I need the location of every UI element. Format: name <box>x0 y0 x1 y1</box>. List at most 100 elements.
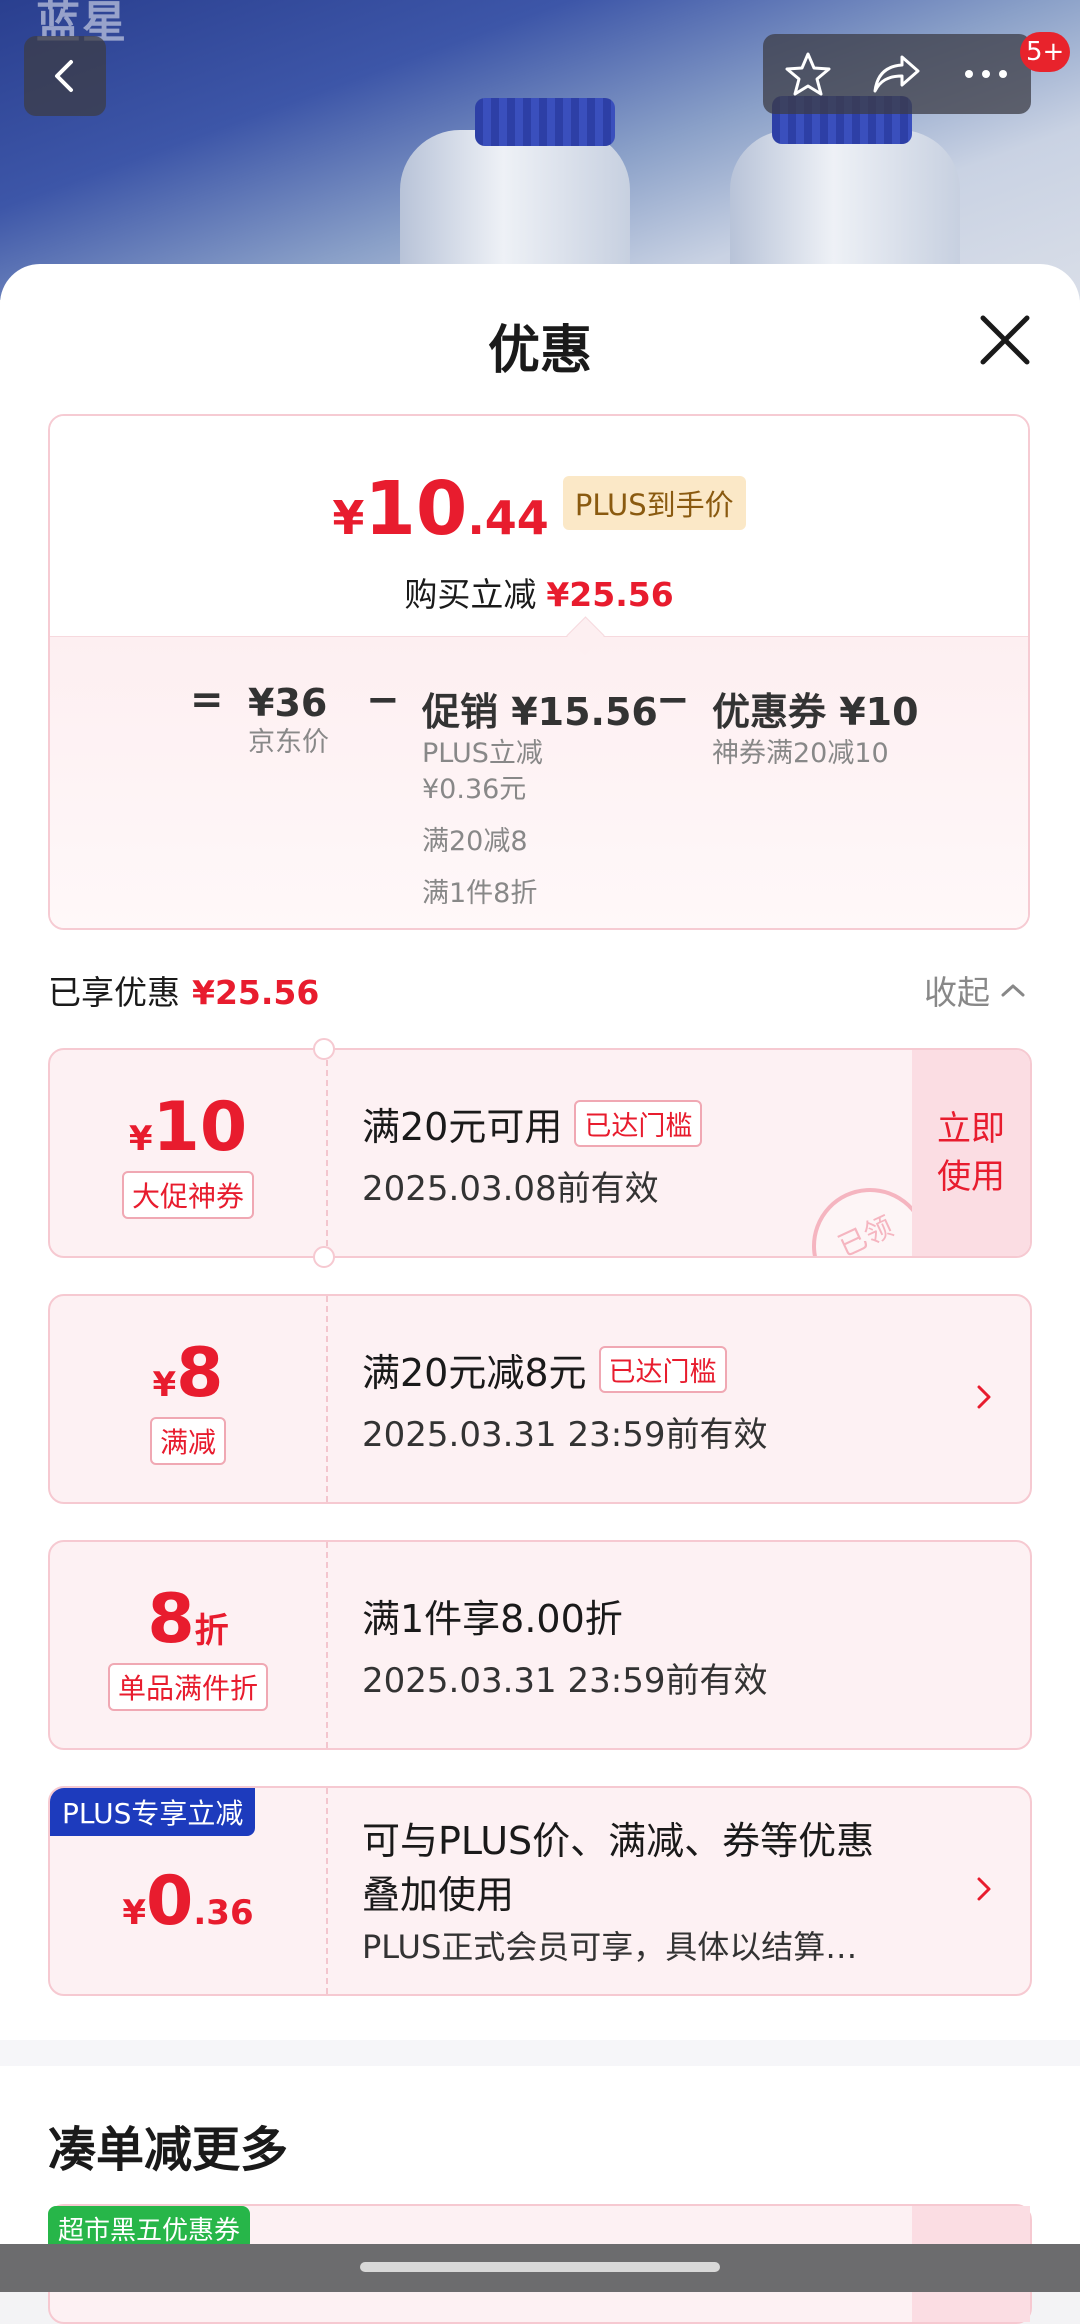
coupon-value: ¥ 8 满减 <box>50 1296 326 1502</box>
message-badge: 5+ <box>1020 32 1071 72</box>
collapse-button[interactable]: 收起 <box>924 966 1028 1014</box>
jd-price: ¥36 <box>248 681 328 725</box>
coupon-amount: ¥ 10 <box>129 1088 247 1167</box>
coupon-info: 满20元减8元 已达门槛 2025.03.31 23:59前有效 <box>362 1296 767 1502</box>
coupon-divider <box>326 1296 328 1502</box>
price-decimal: .44 <box>467 491 549 545</box>
jd-price-label: 京东价 <box>248 727 329 758</box>
chevron-right-icon <box>977 1385 991 1409</box>
coupon-divider <box>326 1050 328 1256</box>
save-label: 购买立减 <box>404 575 537 614</box>
chevron-right-icon <box>977 1877 991 1901</box>
coupon-punch <box>313 1246 335 1268</box>
close-button[interactable] <box>975 310 1035 370</box>
coupon-number: 8 <box>147 1579 195 1659</box>
price-summary-card: ¥ 10 .44 PLUS到手价 购买立减 ¥25.56 = ¥36 京东价 − … <box>48 414 1030 930</box>
use-now-button[interactable]: 立即 使用 <box>912 1050 1030 1256</box>
more-button[interactable] <box>951 39 1021 109</box>
chevron-left-icon <box>55 60 73 92</box>
coupon-validity: 2025.03.31 23:59前有效 <box>362 1415 768 1455</box>
coupon-number: 8 <box>176 1333 224 1413</box>
coupon-card[interactable]: ¥ 10 大促神券 满20元可用 已达门槛 2025.03.08前有效 已领 立… <box>48 1048 1032 1258</box>
coupon-number: 0 <box>146 1861 194 1941</box>
coupon-amount: ¥ 0 .36 <box>122 1862 253 1941</box>
coupon-punch <box>313 1038 335 1060</box>
threshold-reached-tag: 已达门槛 <box>574 1100 703 1147</box>
coupon-divider <box>326 1542 328 1748</box>
minus-sign: − <box>656 677 690 723</box>
coupon-info: 满20元可用 已达门槛 2025.03.08前有效 <box>362 1050 703 1256</box>
share-icon <box>873 55 920 93</box>
coupon-amount: 8 折 <box>147 1580 228 1659</box>
coupon-block: 优惠券 ¥10 神券满20减10 <box>712 681 919 772</box>
share-button[interactable] <box>862 39 932 109</box>
coupon-value: 8 折 单品满件折 <box>50 1542 326 1748</box>
coupon-type-tag: 满减 <box>149 1416 226 1465</box>
star-icon <box>785 52 831 96</box>
plus-detail-arrow[interactable] <box>974 1874 994 1908</box>
promo-block: 促销 ¥15.56 PLUS立减 ¥0.36元 满20减8 满1件8折 <box>422 681 658 912</box>
threshold-reached-tag: 已达门槛 <box>598 1346 727 1393</box>
jd-price-block: ¥36 京东价 <box>248 681 329 761</box>
final-price: ¥ 10 .44 PLUS到手价 <box>50 466 1028 552</box>
coupon-value: ¥ 10 大促神券 <box>50 1050 326 1256</box>
coupon-currency: ¥ <box>152 1364 177 1405</box>
plus-description: 叠加使用 <box>362 1873 515 1917</box>
save-amount: ¥25.56 <box>546 575 674 614</box>
coupon-number: 10 <box>152 1087 248 1167</box>
summary-upper: ¥ 10 .44 PLUS到手价 购买立减 ¥25.56 <box>50 416 1028 636</box>
coupon-detail-arrow[interactable] <box>974 1382 994 1416</box>
coupon-type-tag: 单品满件折 <box>107 1662 268 1711</box>
coupon-condition: 满20元减8元 已达门槛 <box>362 1342 767 1397</box>
coupon-value: ¥ 0 .36 <box>50 1788 326 1994</box>
price-integer: 10 <box>364 466 468 552</box>
coupon-detail: 神券满20减10 <box>712 738 889 769</box>
coupon-card[interactable]: ¥ 8 满减 满20元减8元 已达门槛 2025.03.31 23:59前有效 <box>48 1294 1032 1504</box>
coupon-validity: 2025.03.08前有效 <box>362 1169 659 1209</box>
save-line: 购买立减 ¥25.56 <box>50 568 1028 616</box>
coupon-unit: 折 <box>194 1610 229 1651</box>
plus-description: 可与PLUS价、满减、券等优惠 <box>362 1819 875 1863</box>
coupon-total: 优惠券 ¥10 <box>712 690 919 734</box>
coupon-info: 可与PLUS价、满减、券等优惠 叠加使用 PLUS正式会员可享，具体以结算… <box>362 1788 874 1994</box>
coupon-decimal: .36 <box>193 1892 254 1933</box>
equals-sign: = <box>190 677 224 723</box>
coupon-amount: ¥ 8 <box>153 1334 224 1413</box>
promo-detail: PLUS立减 <box>422 738 543 769</box>
coupon-card: 8 折 单品满件折 满1件享8.00折 2025.03.31 23:59前有效 <box>48 1540 1032 1750</box>
promo-detail: 满20减8 <box>422 826 528 857</box>
coupon-validity: 2025.03.31 23:59前有效 <box>362 1661 768 1701</box>
promo-detail: 满1件8折 <box>422 878 538 909</box>
more-dots-icon <box>965 70 1008 78</box>
chevron-up-icon <box>1001 984 1025 997</box>
home-indicator[interactable] <box>360 2262 720 2272</box>
back-button[interactable] <box>24 36 106 116</box>
more-section-title: 凑单减更多 <box>48 2122 289 2178</box>
enjoyed-amount: ¥25.56 <box>192 973 320 1012</box>
coupon-type-tag: 大促神券 <box>121 1170 254 1219</box>
plus-discount-card[interactable]: PLUS专享立减 ¥ 0 .36 可与PLUS价、满减、券等优惠 叠加使用 PL… <box>48 1786 1032 1996</box>
section-gap <box>0 2040 1080 2066</box>
promo-total: 促销 ¥15.56 <box>422 690 658 734</box>
coupon-condition: 满20元可用 已达门槛 <box>362 1096 703 1151</box>
coupon-divider <box>326 1788 328 1994</box>
coupon-condition-text: 满20元减8元 <box>362 1351 587 1395</box>
collapse-label: 收起 <box>924 973 990 1012</box>
coupon-currency: ¥ <box>122 1892 147 1933</box>
sheet-title: 优惠 <box>487 321 592 381</box>
plus-note: PLUS正式会员可享，具体以结算… <box>362 1928 858 1966</box>
price-breakdown: = ¥36 京东价 − 促销 ¥15.56 PLUS立减 ¥0.36元 满20减… <box>50 636 1028 928</box>
promo-detail: ¥0.36元 <box>422 774 527 805</box>
coupon-currency: ¥ <box>128 1118 153 1159</box>
favorite-button[interactable] <box>773 39 843 109</box>
coupon-condition: 满1件享8.00折 <box>362 1588 767 1643</box>
price-currency: ¥ <box>332 491 365 545</box>
bottle-cap <box>475 98 615 146</box>
enjoyed-discount: 已享优惠 ¥25.56 <box>48 966 319 1014</box>
plus-price-tag: PLUS到手价 <box>562 476 746 530</box>
top-actions <box>763 34 1031 114</box>
minus-sign: − <box>366 677 400 723</box>
coupon-info: 满1件享8.00折 2025.03.31 23:59前有效 <box>362 1542 767 1748</box>
coupon-condition-text: 满1件享8.00折 <box>362 1597 623 1641</box>
coupon-condition-text: 满20元可用 <box>362 1105 563 1149</box>
